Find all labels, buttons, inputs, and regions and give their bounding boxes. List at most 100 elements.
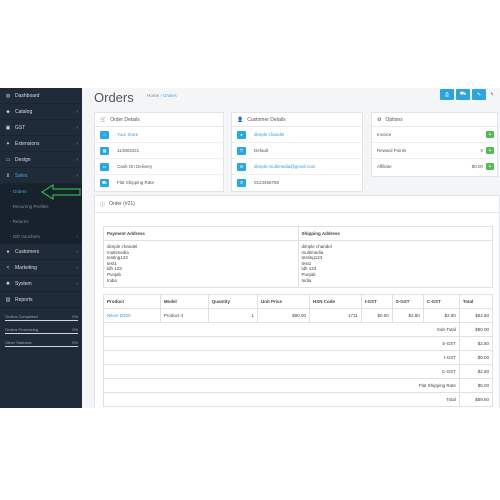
cell-sgst: $2.80: [391, 308, 424, 323]
customer-details-header: 👤 Customer Details: [232, 113, 362, 127]
sidebar-item-catalog[interactable]: ⬥ Catalog ›: [0, 104, 82, 120]
customer-email-link[interactable]: dimple.multimedia@gmail.com: [254, 164, 315, 169]
sidebar-item-marketing[interactable]: < Marketing ›: [0, 260, 82, 276]
credit-card-icon: ▭: [100, 162, 109, 171]
toolbar: ⎙ ⛟ ✎ ↰: [440, 89, 496, 100]
breadcrumb: Home › Orders: [147, 93, 177, 98]
totals-label: S-GST: [103, 336, 460, 351]
main-content: Orders Home › Orders ⎙ ⛟ ✎ ↰ 🛒 Order Deta…: [92, 88, 500, 408]
sidebar-subitem-label: - Returns: [10, 219, 29, 224]
status-orders-processing: Orders Processing 0%: [5, 327, 78, 332]
customer-details-title: Customer Details: [247, 116, 286, 123]
customer-group-row: ⛉ Default: [232, 143, 362, 159]
store-link[interactable]: Your Store: [117, 132, 138, 137]
box-icon: ▣: [5, 124, 11, 131]
column-header-hsn-code: HSN Code: [309, 294, 362, 309]
totals-value: $2.80: [458, 336, 494, 351]
print-invoice-button[interactable]: ⎙: [440, 89, 454, 100]
customer-group: Default: [254, 148, 269, 153]
option-label: Invoice: [377, 132, 392, 137]
address-line: India: [107, 277, 117, 283]
breadcrumb-orders[interactable]: Orders: [163, 93, 177, 98]
customer-name-row: ● dimple chandel: [232, 127, 362, 143]
page-title: Orders: [94, 90, 134, 105]
totals-value: $2.80: [458, 364, 494, 379]
back-button[interactable]: ↰: [488, 89, 496, 100]
chevron-right-icon: ›: [76, 156, 78, 163]
option-row-invoice: Invoice +: [372, 127, 497, 143]
green-arrow-annotation: [41, 184, 81, 200]
breadcrumb-home[interactable]: Home: [147, 93, 159, 98]
cell-product[interactable]: Nikon D300: [103, 308, 161, 323]
chevron-right-icon: ›: [76, 234, 79, 239]
sidebar-subitem-label: - Recurring Profiles: [10, 204, 49, 209]
phone-icon: ✆: [237, 178, 246, 187]
envelope-icon: ✉: [237, 162, 246, 171]
sidebar-subitem-returns[interactable]: - Returns: [0, 214, 82, 229]
sidebar-subitem-label: - Orders: [10, 189, 27, 194]
column-header-quantity: Quantity: [207, 294, 258, 309]
sidebar-item-dashboard[interactable]: ◍ Dashboard: [0, 88, 82, 104]
sidebar-subitem-gift-vouchers[interactable]: - Gift Vouchers ›: [0, 229, 82, 244]
sidebar-subitem-label: - Gift Vouchers: [10, 234, 40, 239]
add-reward-points-button[interactable]: +: [486, 147, 494, 154]
column-header-product: Product: [103, 294, 161, 309]
status-label: Other Statuses: [5, 340, 32, 345]
option-value: 0: [480, 148, 483, 153]
chevron-right-icon: ›: [76, 264, 78, 271]
option-label: Affiliate: [377, 164, 392, 169]
monitor-icon: ▭: [5, 156, 11, 163]
option-row-reward-points: Reward Points 0 +: [372, 143, 497, 159]
products-header-row: Product Model Quantity Unit Price HSN Code I-…: [103, 294, 494, 309]
edit-button[interactable]: ✎: [472, 89, 486, 100]
sidebar-item-label: System: [15, 280, 32, 287]
shipping-address: dimple chandel multimedia testing123 test1 l…: [297, 240, 493, 288]
status-progress-bar: [5, 333, 78, 334]
cart-icon: 🛒: [100, 116, 107, 123]
order-status-summary: Orders Completed 0% Orders Processing 0% Oth…: [5, 314, 78, 347]
address-table: Payment Address Shipping Address dimple …: [103, 226, 493, 288]
totals-label: C-GST: [103, 364, 460, 379]
customer-phone: 0123456789: [254, 180, 280, 185]
status-value: 0%: [72, 327, 78, 332]
column-header-s-gst: S-GST: [391, 294, 424, 309]
cell-quantity: 1: [207, 308, 258, 323]
print-shipping-button[interactable]: ⛟: [456, 89, 470, 100]
chevron-right-icon: ›: [76, 124, 78, 131]
add-invoice-button[interactable]: +: [486, 131, 494, 138]
status-value: 0%: [72, 314, 78, 319]
user-icon: ●: [6, 248, 10, 255]
cell-unit-price: $80.00: [256, 308, 311, 323]
cell-cgst: $2.80: [422, 308, 460, 323]
sidebar-item-gst[interactable]: ▣ GST ›: [0, 120, 82, 136]
order-store-row: ⌂ Your Store: [95, 127, 223, 143]
sidebar-item-system[interactable]: ✹ System ›: [0, 276, 82, 292]
sidebar-subitem-recurring-profiles[interactable]: - Recurring Profiles: [0, 199, 82, 214]
sidebar-item-reports[interactable]: ▥ Reports: [0, 292, 82, 308]
cell-igst: $0.00: [360, 308, 393, 323]
truck-icon: ⛟: [100, 178, 109, 187]
add-affiliate-button[interactable]: +: [486, 163, 494, 170]
customer-name-link[interactable]: dimple chandel: [254, 132, 284, 137]
order-details-title: Order Details: [110, 116, 140, 123]
order-details-panel: 🛒 Order Details ⌂ Your Store ▦ 11/08/2021 ▭…: [94, 112, 224, 192]
sidebar-item-design[interactable]: ▭ Design ›: [0, 152, 82, 168]
totals-value: $5.00: [458, 378, 494, 393]
info-icon: ⓘ: [100, 201, 106, 208]
options-panel: ⚙ Options Invoice + Reward Points 0 + Affiliat…: [371, 112, 498, 177]
group-icon: ⛉: [237, 146, 246, 155]
sidebar-item-extensions[interactable]: ✦ Extensions ›: [0, 136, 82, 152]
status-progress-fill: [5, 320, 78, 321]
customer-phone-row: ✆ 0123456789: [232, 175, 362, 190]
payment-address-header: Payment Address: [103, 226, 299, 241]
column-header-unit-price: Unit Price: [256, 294, 311, 309]
sidebar-item-sales[interactable]: ⊻ Sales ›: [0, 168, 82, 184]
totals-label: Sub-Total: [103, 322, 460, 337]
totals-row-flat-shipping-rate: Flat Shipping Rate $5.00: [103, 378, 494, 393]
sidebar-item-customers[interactable]: ● Customers ›: [0, 244, 82, 260]
status-value: 0%: [72, 340, 78, 345]
option-value: $0.00: [471, 164, 483, 169]
totals-value: $89.60: [458, 392, 494, 407]
order-date: 11/08/2021: [117, 148, 140, 153]
share-icon: <: [6, 264, 10, 271]
